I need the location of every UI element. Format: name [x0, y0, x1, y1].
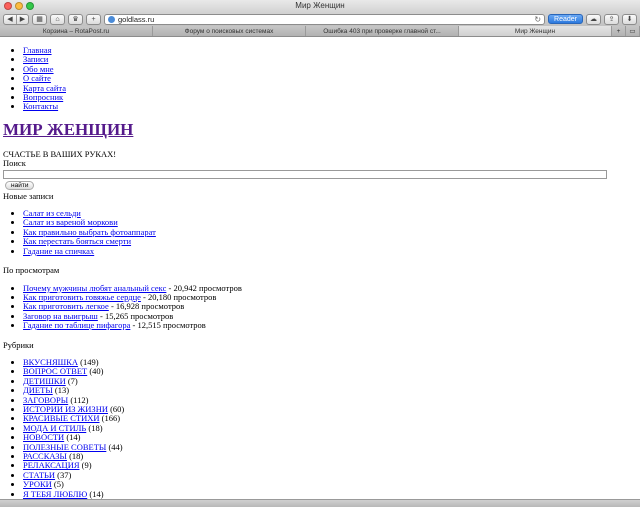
list-item: ДЕТИШКИ (7)	[23, 376, 637, 386]
tab-rotapost[interactable]: Корзина – RotaPost.ru	[0, 26, 153, 36]
status-bar	[0, 499, 640, 507]
address-text: goldlass.ru	[118, 14, 155, 24]
search-label: Поиск	[3, 158, 26, 169]
reload-icon[interactable]: ↻	[534, 15, 541, 24]
plus-icon: +	[616, 28, 621, 35]
add-button[interactable]: +	[86, 13, 101, 25]
new-post-link[interactable]: Гадание на спичках	[23, 246, 94, 256]
reader-button[interactable]: Reader	[548, 14, 583, 24]
post-count: (18)	[86, 422, 103, 433]
nav-item: О сайте	[23, 74, 637, 83]
list-item: ВКУСНЯШКА (149)	[23, 357, 637, 367]
nav-item: Записи	[23, 55, 637, 64]
zoom-window-button[interactable]	[26, 2, 34, 10]
plus-icon: +	[91, 15, 96, 23]
tab-overview-icon: ▭	[629, 28, 636, 35]
icloud-tabs-button[interactable]: ☁	[586, 13, 601, 25]
list-item: СТАТЬИ (37)	[23, 470, 637, 480]
view-count: - 12,515 просмотров	[130, 320, 206, 331]
forward-arrow-icon[interactable]: ▶	[16, 14, 28, 24]
back-forward-buttons: ◀ ▶	[3, 13, 29, 25]
site-favicon-icon	[108, 15, 115, 23]
browser-toolbar: ◀ ▶ ▦ ⌂ ♛ + goldlass.ru ↻ Reader ☁ ⇪ ⬇	[0, 12, 640, 26]
download-icon: ⬇	[626, 15, 633, 23]
list-item: ДИЕТЫ (13)	[23, 385, 637, 395]
share-icon: ⇪	[608, 15, 615, 23]
post-count: (9)	[79, 460, 92, 471]
popular-title: По просмотрам	[3, 265, 60, 276]
new-posts-title: Новые записи	[3, 190, 54, 201]
back-arrow-icon[interactable]: ◀	[4, 15, 16, 24]
downloads-button[interactable]: ⬇	[622, 13, 637, 25]
nav-link-contacts[interactable]: Контакты	[23, 101, 58, 111]
search-button[interactable]: найти	[5, 180, 35, 190]
nav-item: Контакты	[23, 102, 637, 111]
window-titlebar: Мир Женщин	[0, 0, 640, 12]
list-item: КРАСИВЫЕ СТИХИ (166)	[23, 414, 637, 423]
close-window-button[interactable]	[4, 2, 12, 10]
list-item: МОДА И СТИЛЬ (18)	[23, 422, 637, 433]
tab-search-forum[interactable]: Форум о поисковых системах	[153, 26, 306, 36]
tab-overview-button[interactable]: ▭	[626, 26, 640, 36]
list-item: Как перестать бояться смерти	[23, 237, 637, 246]
list-item: ВОПРОС ОТВЕТ (40)	[23, 367, 637, 376]
popular-list: Почему мужчины любят анальный секс - 20,…	[3, 283, 637, 331]
categories-title: Рубрики	[3, 339, 34, 350]
list-item: Гадание по таблице пифагора - 12,515 про…	[23, 320, 637, 331]
minimize-window-button[interactable]	[15, 2, 23, 10]
tab-mir-zhenshchin[interactable]: Мир Женщин	[459, 26, 612, 36]
list-item: РАССКАЗЫ (18)	[23, 451, 637, 461]
page-content: Главная Записи Обо мне О сайте Карта сай…	[0, 40, 640, 499]
list-item: РЕЛАКСАЦИЯ (9)	[23, 461, 637, 470]
main-navigation: Главная Записи Обо мне О сайте Карта сай…	[3, 45, 637, 112]
cloud-icon: ☁	[590, 15, 597, 23]
window-controls	[4, 2, 34, 10]
share-button[interactable]: ⇪	[604, 13, 619, 25]
popular-post-link[interactable]: Гадание по таблице пифагора	[23, 320, 130, 330]
list-item: Гадание на спичках	[23, 246, 637, 256]
tab-bar: Корзина – RotaPost.ru Форум о поисковых …	[0, 26, 640, 37]
site-tagline: СЧАСТЬЕ В ВАШИХ РУКАХ!	[3, 148, 117, 159]
home-button[interactable]: ⌂	[50, 13, 65, 25]
post-count: (44)	[106, 441, 123, 452]
nav-item: Вопросник	[23, 92, 637, 102]
address-bar[interactable]: goldlass.ru ↻	[104, 13, 546, 25]
window-title: Мир Женщин	[295, 1, 345, 10]
site-title-link[interactable]: МИР ЖЕНЩИН	[3, 120, 133, 139]
tab-error-403[interactable]: Ошибка 403 при проверке главной ст...	[306, 26, 459, 36]
site-title: МИР ЖЕНЩИН	[3, 120, 637, 140]
post-count: (166)	[99, 413, 121, 424]
nav-item: Главная	[23, 45, 637, 55]
show-all-bookmarks-button[interactable]: ▦	[32, 13, 47, 25]
search-input[interactable]	[3, 169, 607, 179]
new-posts-list: Салат из сельди Салат из вареной моркови…	[3, 208, 637, 256]
categories-list: ВКУСНЯШКА (149) ВОПРОС ОТВЕТ (40) ДЕТИШК…	[3, 357, 637, 499]
list-item: Я ТЕБЯ ЛЮБЛЮ (14)	[23, 488, 637, 499]
new-tab-button[interactable]: +	[612, 26, 626, 36]
list-item: ПОЛЕЗНЫЕ СОВЕТЫ (44)	[23, 441, 637, 452]
nav-item: Обо мне	[23, 64, 637, 74]
list-item: УРОКИ (5)	[23, 480, 637, 489]
grid-icon: ▦	[36, 15, 43, 23]
top-sites-button[interactable]: ♛	[68, 13, 83, 25]
home-icon: ⌂	[55, 15, 60, 23]
category-link[interactable]: Я ТЕБЯ ЛЮБЛЮ	[23, 489, 87, 499]
post-count: (14)	[87, 488, 104, 499]
nav-item: Карта сайта	[23, 83, 637, 93]
top-sites-icon: ♛	[72, 15, 79, 23]
post-count: (40)	[87, 366, 104, 377]
